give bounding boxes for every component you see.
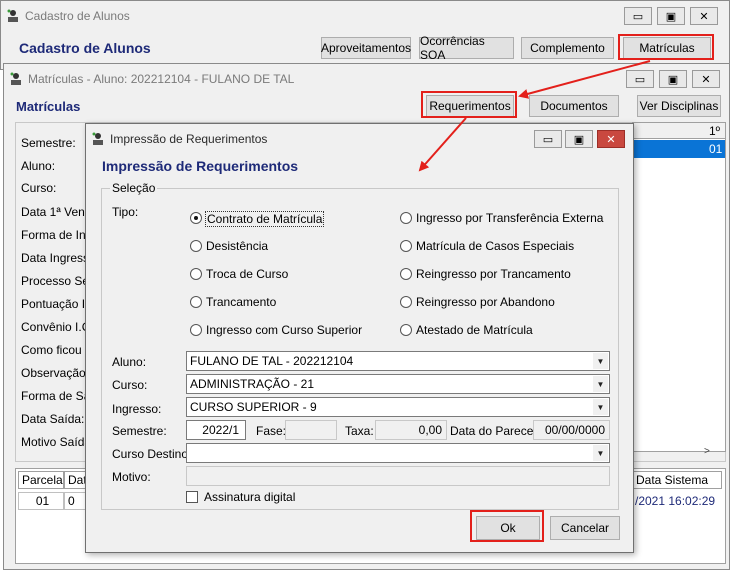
arrow-to-dialog [418,117,467,172]
annotation-arrows [418,60,651,172]
arrow-to-requerimentos [518,60,651,99]
